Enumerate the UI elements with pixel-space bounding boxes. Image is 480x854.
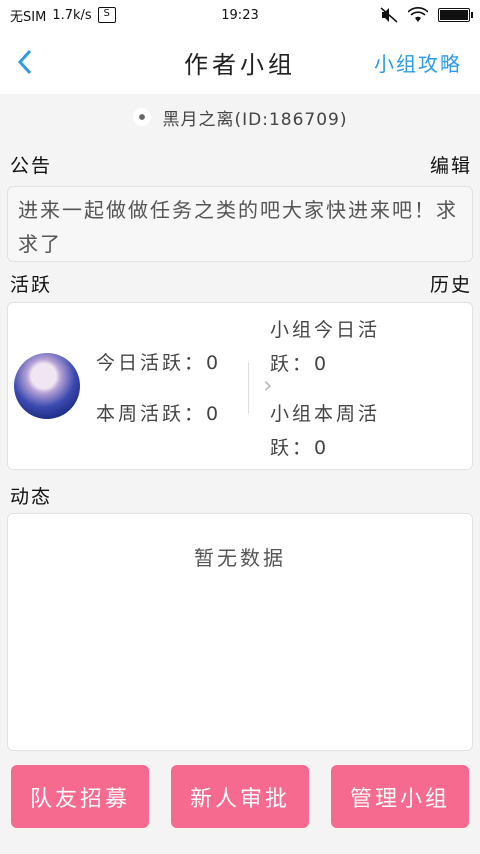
dynamic-label: 动态 [10, 486, 53, 508]
notice-label: 公告 [10, 155, 53, 177]
edit-button[interactable]: 编辑 [430, 151, 472, 178]
mute-icon [380, 7, 398, 23]
title-bar: 作者小组 小组攻略 [0, 30, 480, 94]
recruit-button[interactable]: 队友招募 [11, 765, 149, 828]
approve-button[interactable]: 新人审批 [171, 765, 309, 828]
group-strategy-link[interactable]: 小组攻略 [374, 48, 462, 77]
owner-avatar [132, 108, 151, 126]
week-activity: 本周活跃：0 [96, 403, 222, 425]
status-bar: 无SIM 1.7k/s S 19:23 [0, 0, 480, 30]
network-speed: 1.7k/s [52, 7, 92, 23]
battery-charging-icon [438, 8, 473, 22]
manage-group-button[interactable]: 管理小组 [331, 765, 469, 828]
activity-card[interactable]: 今日活跃：0 本周活跃：0 › 小组今日活跃：0 小组本周活跃：0 [7, 302, 473, 470]
group-owner[interactable]: 黑月之离(ID:186709) [0, 100, 480, 134]
back-button[interactable] [0, 30, 50, 94]
activity-divider [248, 363, 249, 413]
wifi-icon [408, 7, 428, 22]
group-today-activity: 小组今日活跃：0 [270, 319, 381, 375]
chevron-left-icon [17, 49, 32, 75]
sim-icon: S [97, 7, 116, 23]
activity-label: 活跃 [10, 274, 53, 296]
group-week-activity: 小组本周活跃：0 [270, 403, 381, 459]
today-activity: 今日活跃：0 [96, 352, 222, 374]
clock: 19:23 [221, 7, 259, 23]
dynamic-feed: 暂无数据 [7, 513, 473, 751]
carrier-text: 无SIM [10, 9, 47, 25]
empty-state-text: 暂无数据 [194, 546, 286, 570]
owner-name: 黑月之离(ID:186709) [162, 109, 348, 130]
history-button[interactable]: 历史 [430, 270, 472, 297]
avatar [14, 353, 80, 419]
notice-text: 进来一起做做任务之类的吧大家快进来吧！求求了 [7, 186, 473, 262]
